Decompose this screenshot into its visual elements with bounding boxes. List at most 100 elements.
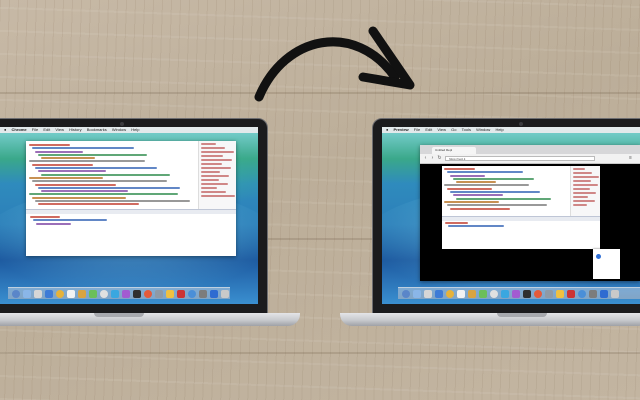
right-code-editor[interactable] — [444, 168, 566, 212]
dock-app-icon[interactable] — [199, 290, 207, 298]
dock-app-icon[interactable] — [133, 290, 141, 298]
panel-line — [201, 179, 219, 181]
dock-app-icon[interactable] — [413, 290, 421, 298]
menu-window[interactable]: Window — [476, 127, 490, 132]
left-side-panel — [198, 141, 236, 211]
menu-window[interactable]: Window — [112, 127, 126, 132]
code-line — [447, 187, 493, 190]
apple-menu-icon[interactable]: ● — [4, 127, 6, 132]
dock-app-icon[interactable] — [523, 290, 531, 298]
code-line — [29, 176, 104, 179]
code-line — [450, 207, 510, 210]
dock-app-icon[interactable] — [100, 290, 108, 298]
menu-view[interactable]: View — [437, 127, 446, 132]
dock-app-icon[interactable] — [556, 290, 564, 298]
dock-app-icon[interactable] — [89, 290, 97, 298]
reload-icon[interactable]: ↻ — [437, 156, 442, 161]
dock-app-icon[interactable] — [589, 290, 597, 298]
dock-app-icon[interactable] — [166, 290, 174, 298]
menu-edit[interactable]: Edit — [425, 127, 432, 132]
menu-icon[interactable]: ≡ — [628, 156, 633, 161]
panel-line — [201, 167, 231, 169]
panel-line — [201, 147, 225, 149]
dock-app-icon[interactable] — [479, 290, 487, 298]
left-code-editor[interactable] — [29, 144, 194, 206]
dock-app-icon[interactable] — [111, 290, 119, 298]
dock-app-icon[interactable] — [78, 290, 86, 298]
right-console[interactable] — [442, 216, 600, 249]
forward-icon[interactable]: › — [430, 156, 435, 161]
dock-app-icon[interactable] — [155, 290, 163, 298]
menu-tools[interactable]: Tools — [462, 127, 471, 132]
menu-history[interactable]: History — [69, 127, 81, 132]
right-console-bar — [442, 217, 600, 221]
dock-app-icon[interactable] — [611, 290, 619, 298]
left-dock — [8, 287, 230, 299]
mini-preview-panel[interactable] — [593, 249, 620, 279]
dock-app-icon[interactable] — [446, 290, 454, 298]
menubar-app[interactable]: Chrome — [12, 127, 27, 132]
panel-line — [573, 196, 589, 198]
code-line — [32, 180, 168, 183]
back-icon[interactable]: ‹ — [423, 156, 428, 161]
panel-line — [573, 192, 597, 194]
left-console[interactable] — [26, 209, 236, 256]
dock-app-icon[interactable] — [12, 290, 20, 298]
panel-line — [573, 168, 585, 170]
dock-app-icon[interactable] — [34, 290, 42, 298]
code-line — [38, 186, 180, 189]
dock-app-icon[interactable] — [45, 290, 53, 298]
dock-app-icon[interactable] — [578, 290, 586, 298]
dock-app-icon[interactable] — [221, 290, 229, 298]
menubar-app[interactable]: Preview — [394, 127, 409, 132]
dock-app-icon[interactable] — [600, 290, 608, 298]
dock-app-icon[interactable] — [188, 290, 196, 298]
right-inner-editor[interactable] — [442, 166, 600, 249]
left-camera — [120, 122, 124, 126]
menu-go[interactable]: Go — [451, 127, 456, 132]
menu-file[interactable]: File — [32, 127, 38, 132]
right-browser-window[interactable]: Untitled Repl ‹ › ↻ https://repl.it ≡ — [420, 145, 640, 281]
code-line — [35, 150, 83, 153]
panel-line — [573, 176, 599, 178]
dock-app-icon[interactable] — [177, 290, 185, 298]
dock-app-icon[interactable] — [122, 290, 130, 298]
dock-app-icon[interactable] — [435, 290, 443, 298]
dock-app-icon[interactable] — [56, 290, 64, 298]
arrow-curve — [254, 37, 400, 102]
code-line — [29, 160, 145, 163]
menu-help[interactable]: Help — [495, 127, 503, 132]
dock-app-icon[interactable] — [468, 290, 476, 298]
dock-app-icon[interactable] — [67, 290, 75, 298]
dock-app-icon[interactable] — [210, 290, 218, 298]
dock-app-icon[interactable] — [501, 290, 509, 298]
dock-app-icon[interactable] — [457, 290, 465, 298]
code-line — [38, 203, 139, 206]
dock-app-icon[interactable] — [424, 290, 432, 298]
menu-file[interactable]: File — [414, 127, 420, 132]
menu-bookmarks[interactable]: Bookmarks — [87, 127, 107, 132]
dock-app-icon[interactable] — [567, 290, 575, 298]
code-line — [38, 153, 147, 156]
dock-app-icon[interactable] — [23, 290, 31, 298]
menu-help[interactable]: Help — [131, 127, 139, 132]
right-laptop-base — [340, 313, 640, 326]
address-bar[interactable]: https://repl.it — [445, 156, 595, 161]
apple-menu-icon[interactable]: ● — [386, 127, 388, 132]
menu-edit[interactable]: Edit — [43, 127, 50, 132]
code-line — [41, 190, 129, 193]
left-browser-window[interactable] — [26, 141, 236, 256]
dock-app-icon[interactable] — [490, 290, 498, 298]
dock-app-icon[interactable] — [512, 290, 520, 298]
browser-tab[interactable]: Untitled Repl — [432, 147, 476, 154]
panel-line — [201, 175, 230, 177]
dock-app-icon[interactable] — [402, 290, 410, 298]
menu-view[interactable]: View — [55, 127, 64, 132]
left-console-bar — [26, 210, 236, 214]
code-line — [447, 204, 548, 207]
dock-app-icon[interactable] — [144, 290, 152, 298]
dock-app-icon[interactable] — [545, 290, 553, 298]
dock-app-icon[interactable] — [534, 290, 542, 298]
code-line — [35, 200, 191, 203]
code-line — [33, 219, 108, 222]
